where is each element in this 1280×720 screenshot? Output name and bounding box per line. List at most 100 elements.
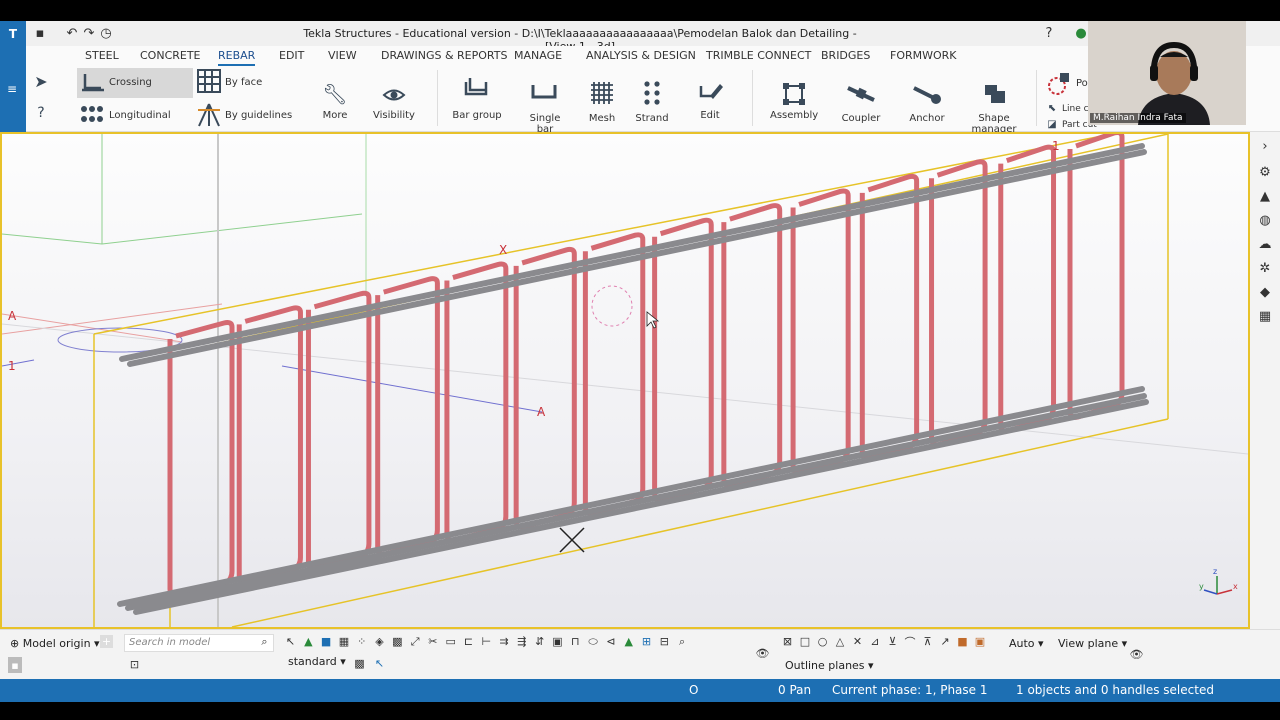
rebar-cage-drawing[interactable]: X A 1 A 1 z x y <box>2 134 1248 627</box>
tab-view[interactable]: VIEW <box>328 49 357 62</box>
line-cut-label[interactable]: Line c <box>1062 104 1089 114</box>
zoom-icon[interactable]: ⊡ <box>128 658 141 671</box>
user-icon[interactable]: ● <box>1073 25 1089 41</box>
tekla-logo-icon[interactable]: T <box>0 21 26 46</box>
longitudinal-icon[interactable] <box>80 104 106 126</box>
tab-drawings-reports[interactable]: DRAWINGS & REPORTS <box>381 49 507 62</box>
strand-icon[interactable] <box>642 80 662 106</box>
edit-label[interactable]: Edit <box>690 110 730 121</box>
selection-switch-icon[interactable]: ⊲ <box>604 635 617 648</box>
single-bar-icon[interactable] <box>530 82 558 102</box>
more-label[interactable]: More <box>318 110 352 121</box>
bar-group-label[interactable]: Bar group <box>452 110 502 121</box>
search-input[interactable]: Search in model <box>124 634 274 652</box>
selection-switch-icon[interactable]: ▩ <box>391 635 404 648</box>
selection-switch-icon[interactable]: ⊟ <box>658 635 671 648</box>
coupler-label[interactable]: Coupler <box>840 113 882 124</box>
redo-icon[interactable]: ↷ <box>81 25 97 41</box>
snap-switch-icon[interactable]: ↗ <box>939 635 952 648</box>
selection-switch-icon[interactable]: ▭ <box>444 635 457 648</box>
snap-switch-icon[interactable]: ■ <box>956 635 969 648</box>
wrench-icon[interactable]: 🔧︎ <box>322 82 348 106</box>
pointer-options-icon[interactable]: ↖ <box>373 657 386 670</box>
assembly-label[interactable]: Assembly <box>770 110 818 121</box>
select-arrow-icon[interactable]: ➤ <box>32 72 50 91</box>
model-origin-dropdown[interactable]: ⊕ Model origin ▾ <box>10 637 100 650</box>
settings-icon[interactable]: ✲ <box>1256 259 1274 277</box>
stirrup-bar[interactable] <box>582 232 646 516</box>
expand-panel-icon[interactable]: › <box>1256 137 1274 155</box>
main-bar[interactable] <box>127 149 1147 367</box>
stirrup-bar[interactable] <box>790 188 851 475</box>
selection-switch-icon[interactable]: ⊏ <box>462 635 475 648</box>
selection-switch-icon[interactable]: ⊓ <box>569 635 582 648</box>
selection-switch-icon[interactable]: ⇉ <box>498 635 511 648</box>
undo-icon[interactable]: ↶ <box>64 25 80 41</box>
outline-planes-dropdown[interactable]: Outline planes ▾ <box>785 659 874 672</box>
stirrup-bar[interactable] <box>375 276 440 557</box>
selection-switch-icon[interactable]: ▲ <box>622 635 635 648</box>
cloud-icon[interactable]: ☁ <box>1256 235 1274 253</box>
bar-group-icon[interactable] <box>462 76 490 102</box>
visibility-icon[interactable] <box>382 84 406 106</box>
by-face-icon[interactable] <box>196 68 222 94</box>
selection-switch-icon[interactable]: ■ <box>320 635 333 648</box>
anchor-icon[interactable] <box>912 82 942 106</box>
save-icon[interactable]: ▪ <box>32 25 48 41</box>
visibility-label[interactable]: Visibility <box>372 110 416 121</box>
filter-dropdown[interactable]: standard ▾ <box>288 655 346 668</box>
tab-rebar[interactable]: REBAR <box>218 49 256 66</box>
selection-switch-icon[interactable]: ◈ <box>373 635 386 648</box>
tab-analysis-design[interactable]: ANALYSIS & DESIGN <box>586 49 696 62</box>
selection-switch-icon[interactable]: ⌕ <box>676 635 689 648</box>
snap-switch-icon[interactable]: ⌒ <box>904 635 917 649</box>
view-plane-dropdown[interactable]: View plane ▾ <box>1058 637 1127 650</box>
selection-switch-icon[interactable]: ⤢ <box>409 635 422 648</box>
edit-rebar-icon[interactable] <box>698 78 724 106</box>
layout-icon[interactable]: ▦ <box>1256 307 1274 325</box>
tab-steel[interactable]: STEEL <box>85 49 119 62</box>
education-icon[interactable]: ▲ <box>1256 187 1274 205</box>
tab-formwork[interactable]: FORMWORK <box>890 49 957 62</box>
stirrup-bar[interactable] <box>167 320 235 598</box>
tab-trimble-connect[interactable]: TRIMBLE CONNECT <box>706 49 811 62</box>
auto-dropdown[interactable]: Auto ▾ <box>1009 637 1044 650</box>
snap-switch-icon[interactable]: ⊼ <box>921 635 934 648</box>
stirrup-bar[interactable] <box>444 261 509 544</box>
selection-switch-icon[interactable]: ▣ <box>551 635 564 648</box>
main-bar[interactable] <box>125 393 1147 611</box>
snap-switch-icon[interactable]: ○ <box>816 635 829 648</box>
model-view-3d[interactable]: X A 1 A 1 z x y <box>0 132 1250 629</box>
snap-switch-icon[interactable]: △ <box>834 635 847 648</box>
history-icon[interactable]: ◷ <box>98 25 114 41</box>
assembly-icon[interactable] <box>782 82 806 106</box>
properties-icon[interactable]: ⚙ <box>1256 163 1274 181</box>
snap-switch-icon[interactable]: ⊻ <box>886 635 899 648</box>
hamburger-menu-icon[interactable]: ≡ <box>7 82 17 96</box>
selection-switch-icon[interactable]: ✂ <box>426 635 439 648</box>
line-cut-icon[interactable]: ⬉ <box>1046 102 1058 114</box>
main-bar[interactable] <box>117 386 1145 607</box>
snap-switch-icon[interactable]: ▣ <box>974 635 987 648</box>
add-workplane-icon[interactable]: + <box>100 635 113 648</box>
mesh-label[interactable]: Mesh <box>582 113 622 124</box>
polygon-cut-icon[interactable] <box>1046 72 1072 96</box>
main-bar[interactable] <box>119 143 1145 362</box>
shape-manager-icon[interactable] <box>982 82 1008 106</box>
tab-concrete[interactable]: CONCRETE <box>140 49 201 62</box>
stirrup-bar[interactable] <box>236 305 303 585</box>
tab-bridges[interactable]: BRIDGES <box>821 49 870 62</box>
search-icon[interactable]: ⌕ <box>258 635 271 648</box>
selection-switch-icon[interactable]: ⇶ <box>515 635 528 648</box>
anchor-label[interactable]: Anchor <box>906 113 948 124</box>
stirrup-bar[interactable] <box>721 203 783 489</box>
selection-switch-icon[interactable]: ⇵ <box>533 635 546 648</box>
selection-switch-icon[interactable]: ⬭ <box>587 635 600 648</box>
selection-switch-icon[interactable]: ⊞ <box>640 635 653 648</box>
stirrup-bar[interactable] <box>1067 134 1125 420</box>
mesh-icon[interactable] <box>589 80 615 106</box>
stirrup-bar[interactable] <box>929 159 988 448</box>
display-eye-icon[interactable]: 👁︎ <box>1130 648 1144 661</box>
snap-switch-icon[interactable]: □ <box>799 635 812 648</box>
selection-switch-icon[interactable]: ⁘ <box>355 635 368 648</box>
